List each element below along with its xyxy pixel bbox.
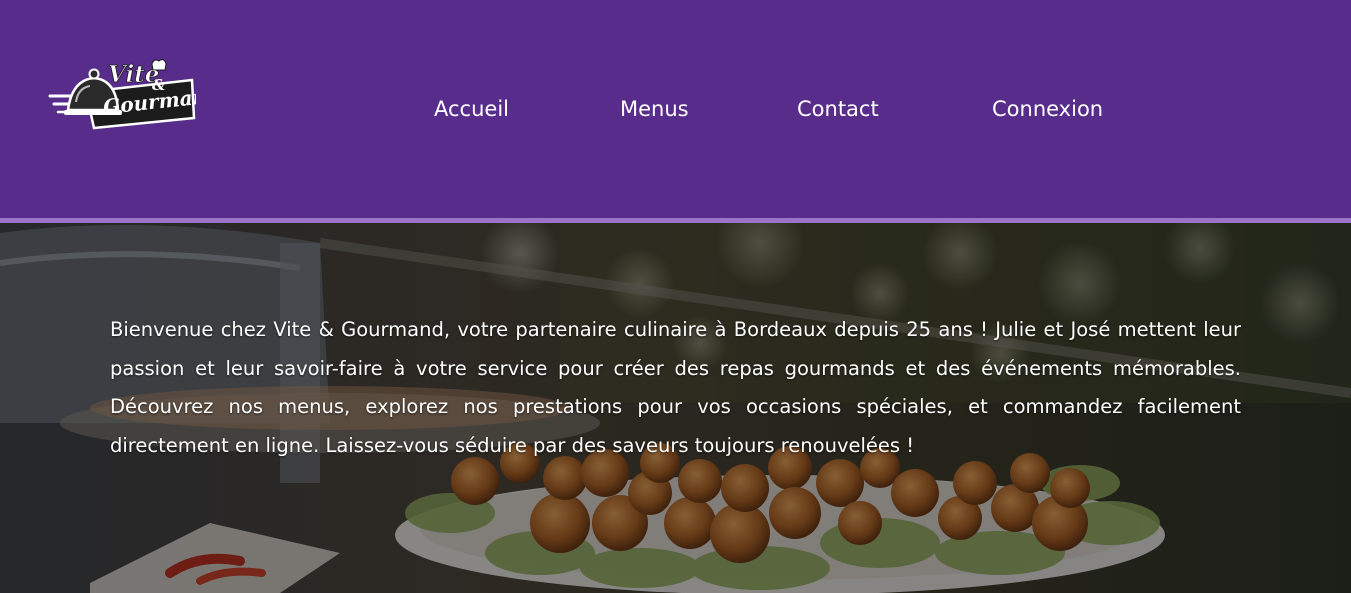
nav-link-contact[interactable]: Contact <box>797 94 879 124</box>
nav-link-connexion[interactable]: Connexion <box>992 94 1103 124</box>
hero-section: Bienvenue chez Vite & Gourmand, votre pa… <box>0 223 1351 593</box>
nav-link-menus[interactable]: Menus <box>620 94 689 124</box>
nav-link-accueil[interactable]: Accueil <box>434 94 509 124</box>
intro-paragraph: Bienvenue chez Vite & Gourmand, votre pa… <box>110 318 1241 457</box>
site-header: Vite & Gourmand Accueil Menus Contact Co… <box>0 0 1351 218</box>
main-nav: Accueil Menus Contact Connexion <box>0 94 1351 124</box>
